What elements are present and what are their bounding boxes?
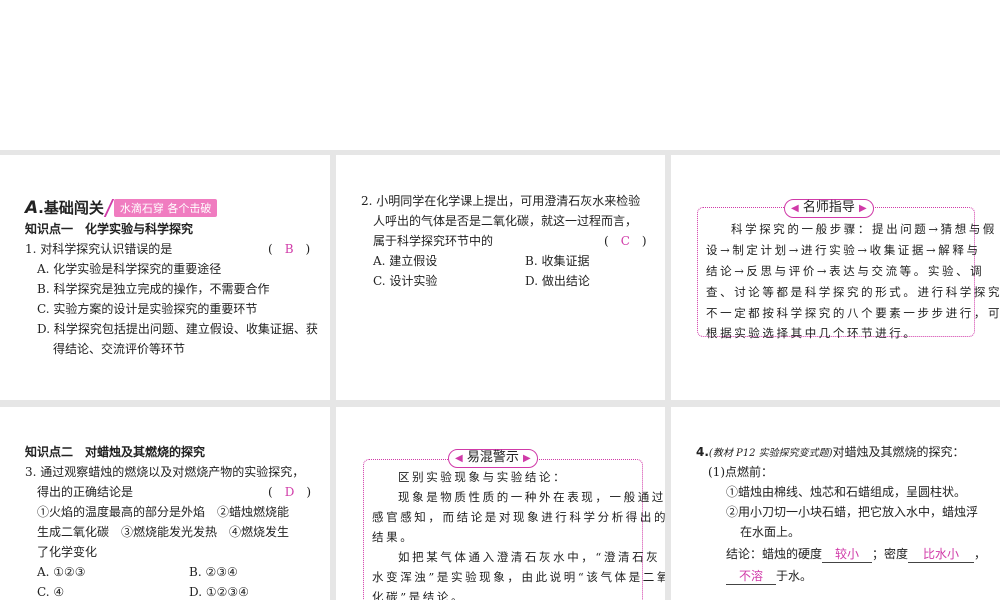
knowledge-point-1: 知识点一 化学实验与科学探究 [25, 222, 194, 236]
q4-source: (教材 P12 实验探究变式题) [708, 448, 833, 459]
q3-answer-bracket: ( D ) [268, 485, 311, 499]
q4-number: 4. [696, 445, 709, 459]
guidance-line: 结论→反思与评价→表达与交流等。实验、调 [706, 264, 985, 278]
q4-conclusion: 结论：蜡烛的硬度 较小 ；密度 比水小， [726, 544, 986, 564]
q4-part1: (1)点燃前： [708, 465, 773, 479]
card-teacher-guidance: ◀ 名师指导 ▶ 科学探究的一般步骤：提出问题→猜想与假 设→制定计划→进行实验… [671, 155, 1000, 400]
q3-line: 生成二氧化碳 ③燃烧能发光发热 ④燃烧发生 [37, 525, 290, 539]
knowledge-point-2: 知识点二 对蜡烛及其燃烧的探究 [25, 445, 206, 459]
section-tag: 水滴石穿 各个击破 [113, 198, 218, 217]
q2-option: A. 建立假设 [373, 254, 438, 268]
warning-line: 现象是物质性质的一种外在表现，一般通过 [398, 490, 665, 504]
warning-title-text: 易混警示 [466, 450, 519, 465]
q1-option-cont: 得结论、交流评价等环节 [53, 342, 186, 356]
q1-answer: B [284, 242, 294, 256]
q3-option: B. ②③④ [189, 565, 238, 579]
q1-option: A. 化学实验是科学探究的重要途径 [37, 262, 222, 276]
q4-conclusion-text: 结论：蜡烛的硬度 [726, 547, 823, 561]
q3-line: 3. 通过观察蜡烛的燃烧以及对燃烧产物的实验探究， [25, 465, 305, 479]
warning-line: 如把某气体通入澄清石灰水中，“澄清石灰 [398, 550, 661, 564]
q3-line: 了化学变化 [37, 545, 98, 559]
q2-option: B. 收集证据 [525, 254, 590, 268]
warning-line: 结果。 [372, 530, 415, 544]
guidance-title-text: 名师指导 [802, 200, 855, 215]
q4-line: 在水面上。 [740, 525, 801, 539]
q2-option: C. 设计实验 [373, 274, 438, 288]
q4-fill-solubility: 不溶 [726, 568, 776, 585]
guidance-line: 科学探究的一般步骤：提出问题→猜想与假 [731, 222, 998, 236]
warning-line: 区别实验现象与实验结论： [398, 470, 568, 484]
q3-answer: D [284, 485, 295, 499]
q4-fill-hardness: 较小 [822, 546, 873, 563]
q2-line: 属于科学探究环节中的 [373, 234, 494, 248]
section-letter: A [25, 197, 39, 218]
q4-stem-line: 4.(教材 P12 实验探究变式题)对蜡烛及其燃烧的探究： [696, 442, 965, 462]
left-arrow-icon: ◀ [791, 203, 799, 214]
q3-option: C. ④ [37, 585, 65, 599]
q2-line: 2. 小明同学在化学课上提出，可用澄清石灰水来检验 [361, 194, 641, 208]
q4-conclusion-2: 不溶 于水。 [726, 566, 812, 586]
card-question-3: 知识点二 对蜡烛及其燃烧的探究 3. 通过观察蜡烛的燃烧以及对燃烧产物的实验探究… [0, 407, 330, 600]
card-confusion-warning: ◀ 易混警示 ▶ 区别实验现象与实验结论： 现象是物质性质的一种外在表现，一般通… [336, 407, 665, 600]
q4-fill-density: 比水小 [908, 546, 975, 563]
card-question-2: 2. 小明同学在化学课上提出，可用澄清石灰水来检验 人呼出的气体是否是二氧化碳，… [336, 155, 665, 400]
q2-line: 人呼出的气体是否是二氧化碳，就这一过程而言， [373, 214, 638, 228]
q1-option: B. 科学探究是独立完成的操作，不需要合作 [37, 282, 270, 296]
q3-option: A. ①②③ [37, 565, 86, 579]
divider-slash [103, 198, 115, 217]
q2-option: D. 做出结论 [525, 274, 590, 288]
guidance-line: 根据实验选择其中几个环节进行。 [706, 326, 918, 340]
q3-option: D. ①②③④ [189, 585, 249, 599]
card-basic-section: A .基础闯关 水滴石穿 各个击破 知识点一 化学实验与科学探究 1. 对科学探… [0, 155, 330, 400]
right-arrow-icon: ▶ [523, 453, 531, 464]
q2-answer-bracket: ( C ) [604, 234, 647, 248]
warning-line: 水变浑浊”是实验现象，由此说明“该气体是二氧 [372, 570, 665, 584]
left-arrow-icon: ◀ [455, 453, 463, 464]
warning-line: 化碳”是结论。 [372, 590, 466, 600]
q4-conclusion-text: ， [974, 547, 987, 561]
guidance-title: ◀ 名师指导 ▶ [784, 199, 874, 218]
q4-line: ①蜡烛由棉线、烛芯和石蜡组成，呈圆柱状。 [726, 485, 967, 499]
q1-option: D. 科学探究包括提出问题、建立假设、收集证据、获 [37, 322, 318, 336]
section-title: .基础闯关 [38, 199, 104, 217]
section-header: A .基础闯关 水滴石穿 各个击破 [25, 197, 218, 218]
q3-line: ①火焰的温度最高的部分是外焰 ②蜡烛燃烧能 [37, 505, 290, 519]
q1-stem: 1. 对科学探究认识错误的是 [25, 242, 173, 256]
card-question-4: 4.(教材 P12 实验探究变式题)对蜡烛及其燃烧的探究： (1)点燃前： ①蜡… [671, 407, 1000, 600]
warning-title: ◀ 易混警示 ▶ [448, 449, 538, 468]
q4-conclusion-text: 于水。 [776, 569, 813, 583]
guidance-line: 设→制定计划→进行实验→收集证据→解释与 [706, 243, 981, 257]
guidance-line: 不一定都按科学探究的八个要素一步步进行，可 [706, 306, 1000, 320]
q4-stem: 对蜡烛及其燃烧的探究： [832, 445, 965, 459]
guidance-line: 查、讨论等都是科学探究的形式。进行科学探究 [706, 285, 1000, 299]
q3-line: 得出的正确结论是 [37, 485, 134, 499]
q1-answer-bracket: ( B ) [268, 242, 311, 256]
right-arrow-icon: ▶ [859, 203, 867, 214]
q1-option: C. 实验方案的设计是实验探究的重要环节 [37, 302, 258, 316]
warning-line: 感官感知，而结论是对现象进行科学分析得出的 [372, 510, 665, 524]
q4-conclusion-text: ；密度 [872, 547, 909, 561]
q4-line: ②用小刀切一小块石蜡，把它放入水中，蜡烛浮 [726, 505, 979, 519]
q2-answer: C [620, 234, 630, 248]
